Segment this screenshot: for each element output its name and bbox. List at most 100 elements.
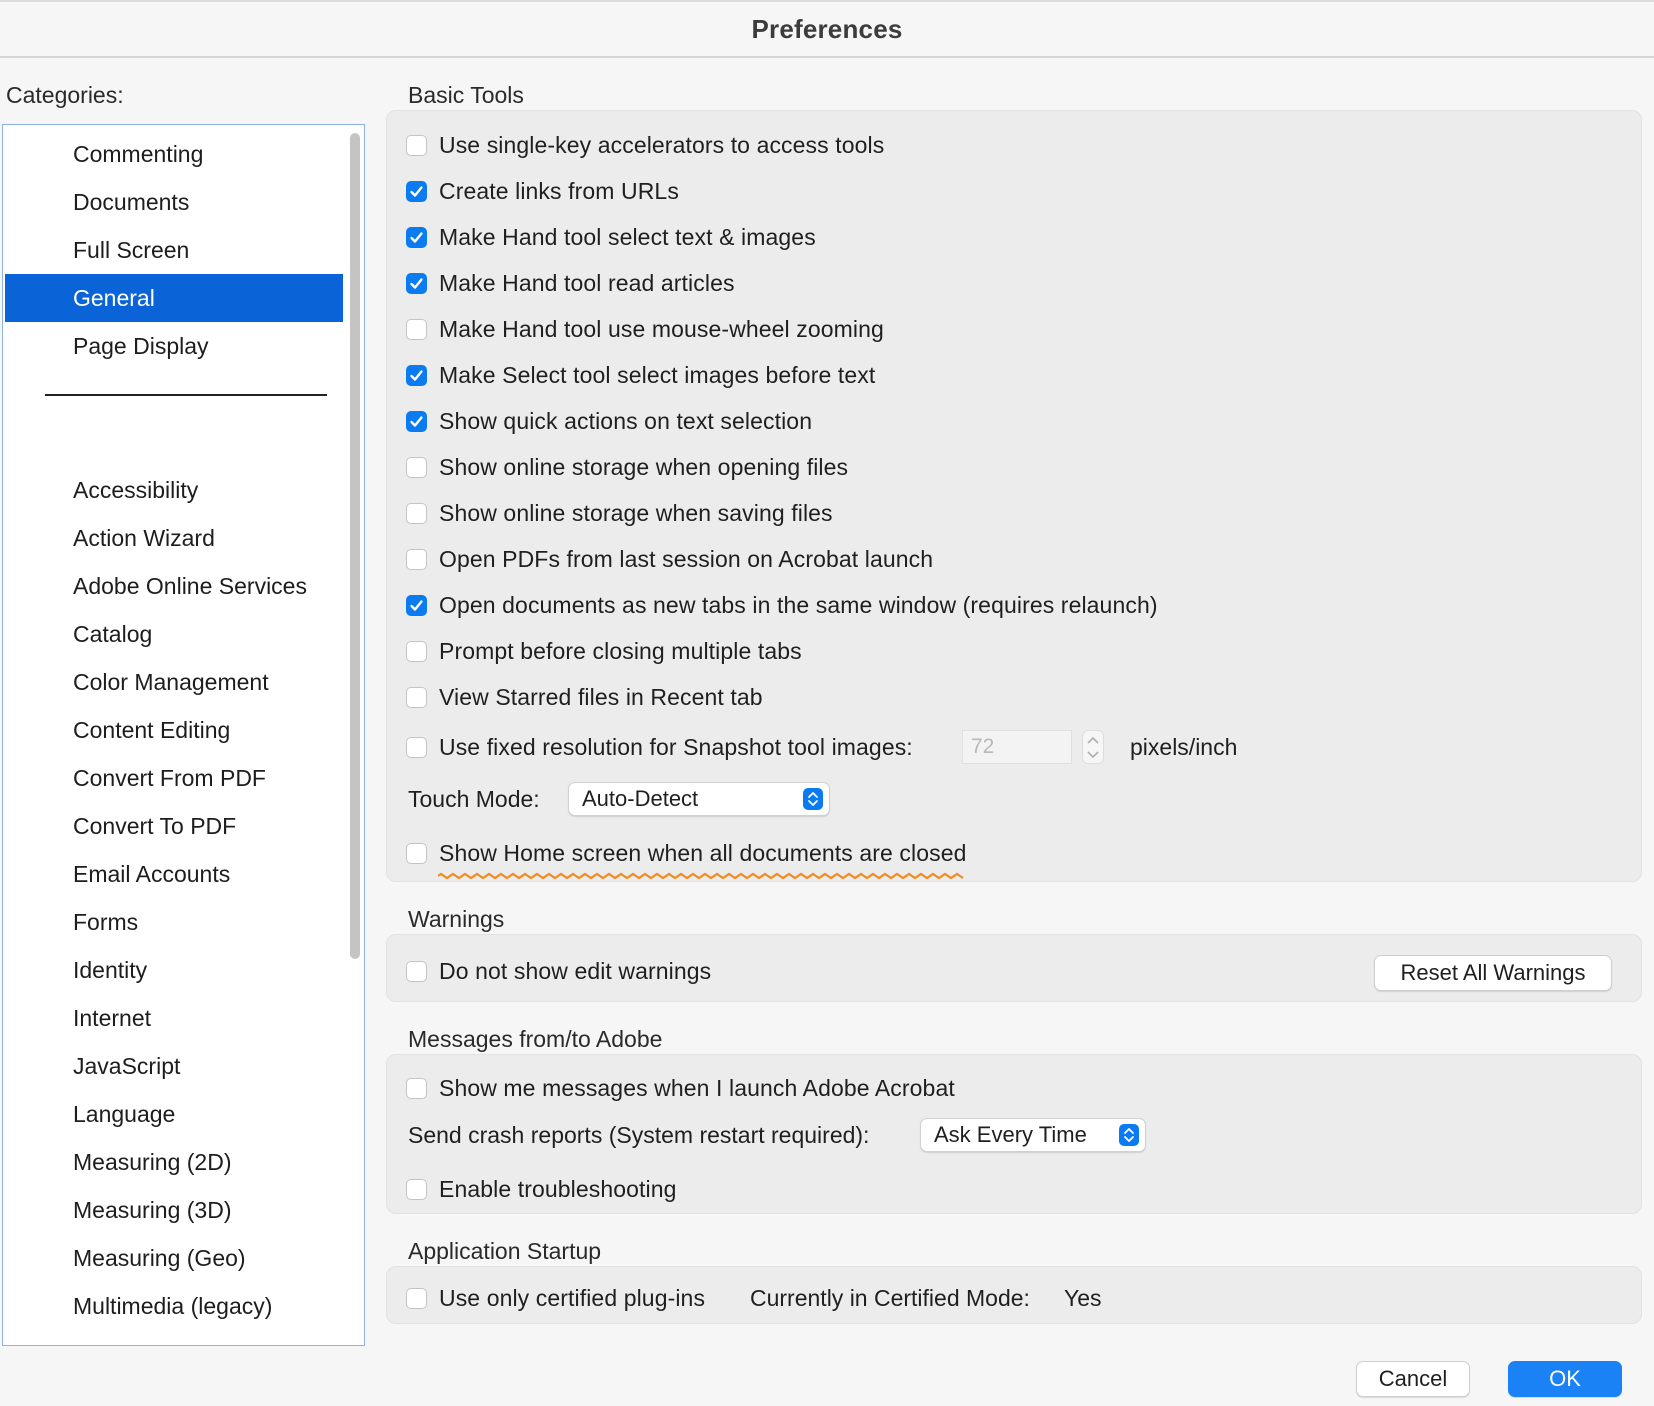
troubleshooting-option[interactable]: Enable troubleshooting [406,1174,677,1204]
certified-mode-value: Yes [1064,1285,1102,1311]
edit-warnings-checkbox[interactable] [406,960,427,982]
category-item[interactable]: Documents [5,178,343,226]
option-checkbox[interactable] [406,502,427,524]
snapshot-resolution-field[interactable]: 72 [962,730,1072,764]
option-checkbox[interactable] [406,410,427,432]
crash-reports-value: Ask Every Time [934,1122,1087,1147]
option-checkbox[interactable] [406,456,427,478]
category-separator [45,394,327,396]
reset-warnings-button[interactable]: Reset All Warnings [1374,955,1612,991]
edit-warnings-option[interactable]: Do not show edit warnings [406,956,711,986]
snapshot-unit-label: pixels/inch [1130,734,1238,760]
checkmark-icon [410,415,423,427]
categories-list[interactable]: Commenting Documents Full Screen General Pag… [2,124,365,1346]
messages-title: Messages from/to Adobe [408,1026,663,1052]
select-arrows-icon [1119,1124,1139,1146]
checkmark-icon [410,231,423,243]
option-label: Prompt before closing multiple tabs [439,637,802,664]
basic-tools-option[interactable]: Show online storage when opening files [406,452,848,482]
category-item[interactable]: Action Wizard [5,514,343,562]
option-checkbox[interactable] [406,180,427,202]
checkmark-icon [410,185,423,197]
category-item[interactable]: Content Editing [5,706,343,754]
show-messages-checkbox[interactable] [406,1077,427,1099]
basic-tools-option[interactable]: Make Hand tool select text & images [406,222,816,252]
option-checkbox[interactable] [406,594,427,616]
option-checkbox[interactable] [406,548,427,570]
category-item[interactable]: Multimedia & 3D [5,1330,343,1345]
category-item[interactable]: JavaScript [5,1042,343,1090]
certified-plugins-option[interactable]: Use only certified plug-ins [406,1283,705,1313]
category-item[interactable]: Adobe Online Services [5,562,343,610]
category-item[interactable]: Identity [5,946,343,994]
certified-plugins-label: Use only certified plug-ins [439,1284,706,1311]
snapshot-resolution-checkbox[interactable] [406,736,427,758]
option-label: Open PDFs from last session on Acrobat l… [439,545,934,572]
option-label: Use single-key accelerators to access to… [439,131,885,158]
spellcheck-underline [438,872,964,880]
snapshot-resolution-stepper[interactable] [1082,730,1104,764]
basic-tools-option[interactable]: View Starred files in Recent tab [406,682,763,712]
basic-tools-option[interactable]: Make Hand tool use mouse-wheel zooming [406,314,884,344]
checkmark-icon [410,599,423,611]
category-item[interactable]: Multimedia (legacy) [5,1282,343,1330]
checkmark-icon [410,369,423,381]
option-label: Show quick actions on text selection [439,407,813,434]
category-item[interactable]: Email Accounts [5,850,343,898]
category-item[interactable]: Internet [5,994,343,1042]
select-arrows-icon [803,788,823,810]
option-label: Make Hand tool use mouse-wheel zooming [439,315,884,342]
basic-tools-option[interactable]: Open documents as new tabs in the same w… [406,590,1158,620]
basic-tools-option[interactable]: Create links from URLs [406,176,679,206]
startup-title: Application Startup [408,1238,602,1264]
basic-tools-option[interactable]: Use single-key accelerators to access to… [406,130,884,160]
categories-scrollbar[interactable] [350,133,360,959]
troubleshooting-checkbox[interactable] [406,1178,427,1200]
category-item[interactable]: Convert From PDF [5,754,343,802]
certified-plugins-checkbox[interactable] [406,1287,427,1309]
category-item[interactable]: Full Screen [5,226,343,274]
category-item[interactable]: Measuring (2D) [5,1138,343,1186]
stepper-up-icon[interactable] [1087,736,1099,744]
category-item[interactable]: Language [5,1090,343,1138]
category-item[interactable]: Forms [5,898,343,946]
home-screen-checkbox[interactable] [406,842,427,864]
category-item[interactable]: Measuring (3D) [5,1186,343,1234]
option-label: Open documents as new tabs in the same w… [439,591,1158,618]
basic-tools-option[interactable]: Open PDFs from last session on Acrobat l… [406,544,933,574]
option-checkbox[interactable] [406,272,427,294]
option-checkbox[interactable] [406,226,427,248]
touch-mode-select[interactable]: Auto-Detect [568,782,830,816]
option-label: Show online storage when opening files [439,453,849,480]
basic-tools-option[interactable]: Show online storage when saving files [406,498,833,528]
category-item[interactable]: Commenting [5,130,343,178]
home-screen-option[interactable]: Show Home screen when all documents are … [406,838,966,868]
cancel-button[interactable]: Cancel [1356,1361,1470,1397]
option-label: Show online storage when saving files [439,499,833,526]
option-checkbox[interactable] [406,318,427,340]
category-item[interactable]: Accessibility [5,466,343,514]
stepper-down-icon[interactable] [1087,751,1099,759]
category-item[interactable]: Color Management [5,658,343,706]
basic-tools-option[interactable]: Show quick actions on text selection [406,406,812,436]
ok-button[interactable]: OK [1508,1361,1622,1397]
basic-tools-option[interactable]: Prompt before closing multiple tabs [406,636,802,666]
show-messages-option[interactable]: Show me messages when I launch Adobe Acr… [406,1073,955,1103]
category-item[interactable]: Catalog [5,610,343,658]
snapshot-resolution-option[interactable]: Use fixed resolution for Snapshot tool i… [406,732,913,762]
option-checkbox[interactable] [406,640,427,662]
category-item[interactable]: Page Display [5,322,343,370]
option-checkbox[interactable] [406,686,427,708]
basic-tools-option[interactable]: Make Hand tool read articles [406,268,735,298]
category-item[interactable]: Measuring (Geo) [5,1234,343,1282]
option-label: Create links from URLs [439,177,679,204]
crash-reports-select[interactable]: Ask Every Time [920,1118,1146,1152]
option-label: Make Hand tool select text & images [439,223,816,250]
option-checkbox[interactable] [406,364,427,386]
category-item[interactable]: Convert To PDF [5,802,343,850]
option-label: Make Hand tool read articles [439,269,735,296]
category-item[interactable]: General [5,274,343,322]
basic-tools-option[interactable]: Make Select tool select images before te… [406,360,875,390]
home-screen-label: Show Home screen when all documents are … [439,839,967,866]
option-checkbox[interactable] [406,134,427,156]
